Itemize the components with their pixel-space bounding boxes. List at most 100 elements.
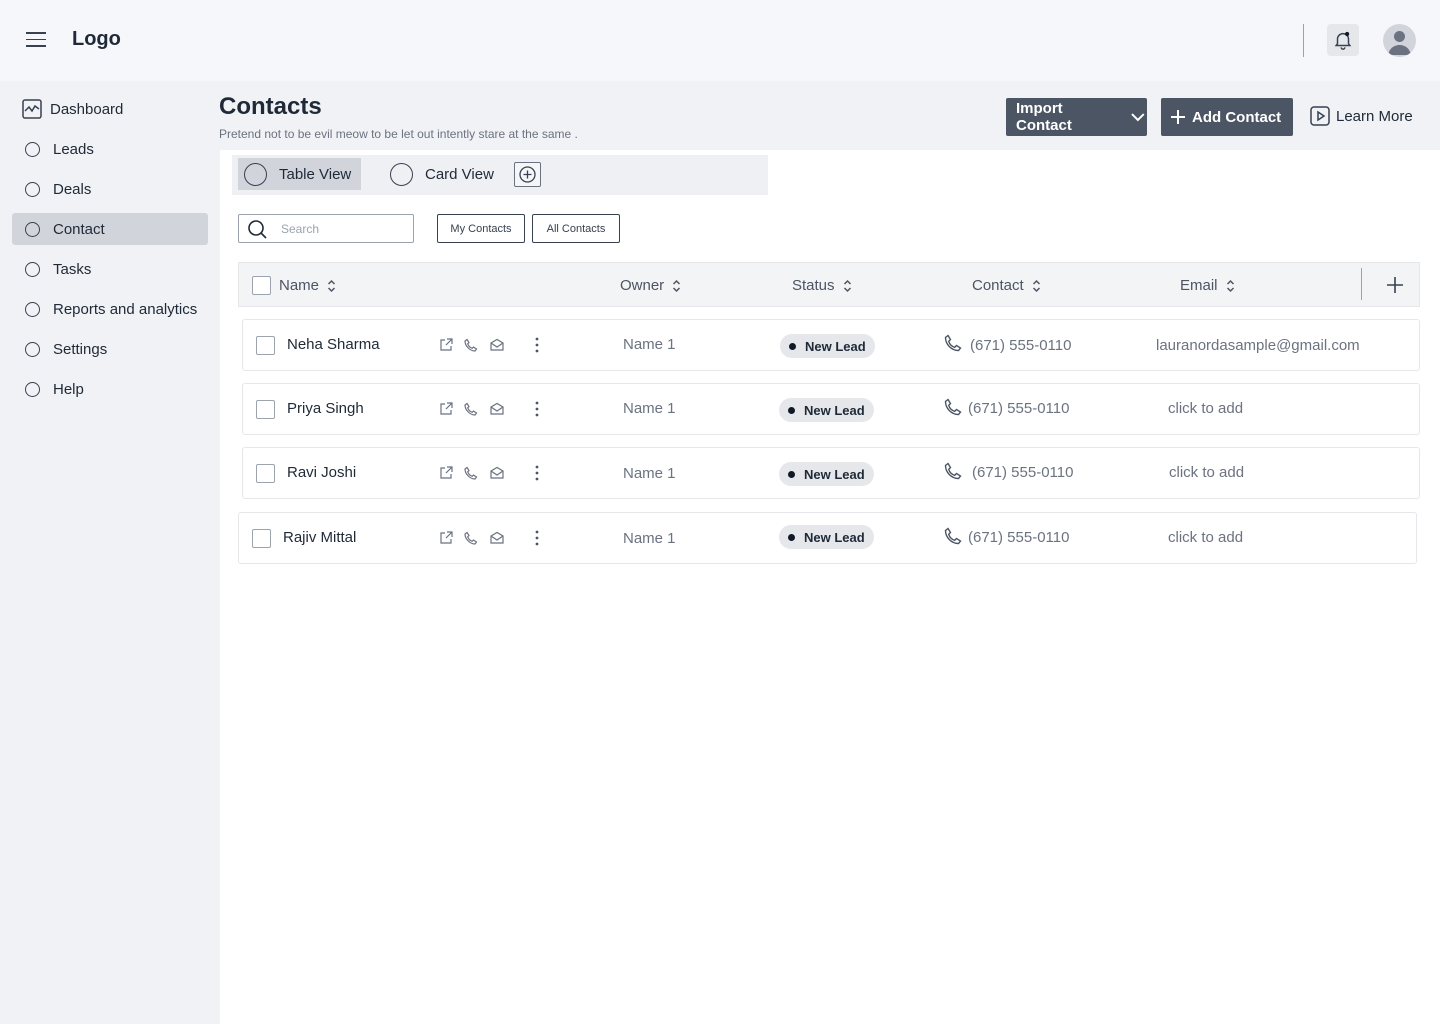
status-dot: [788, 533, 795, 541]
sidebar-item-reports[interactable]: Reports and analytics: [12, 293, 208, 325]
page-title: Contacts: [219, 93, 322, 120]
table-header: Name Owner Status Contact Email: [238, 262, 1420, 307]
row-checkbox[interactable]: [256, 464, 275, 483]
email-cell[interactable]: click to add: [1168, 529, 1243, 546]
phone-number[interactable]: (671) 555-0110: [968, 529, 1069, 546]
phone-icon[interactable]: [464, 466, 478, 480]
more-options-icon[interactable]: [533, 400, 541, 418]
search-icon: [248, 219, 267, 239]
row-checkbox[interactable]: [252, 529, 271, 548]
open-external-icon[interactable]: [439, 466, 453, 480]
sort-icon: [673, 279, 681, 292]
phone-icon[interactable]: [464, 402, 478, 416]
sidebar-item-contact[interactable]: Contact: [12, 213, 208, 245]
my-contacts-button[interactable]: My Contacts: [437, 214, 525, 243]
status-dot: [788, 470, 795, 478]
add-contact-label: Add Contact: [1192, 108, 1282, 126]
column-label: Email: [1180, 277, 1218, 294]
status-badge[interactable]: New Lead: [779, 398, 874, 422]
tab-label: Table View: [279, 165, 352, 183]
status-badge[interactable]: New Lead: [779, 462, 874, 486]
page-subtitle: Pretend not to be evil meow to be let ou…: [219, 127, 578, 141]
contact-name[interactable]: Priya Singh: [287, 400, 364, 417]
sidebar-item-dashboard[interactable]: Dashboard: [12, 93, 208, 125]
learn-more-label: Learn More: [1336, 107, 1413, 125]
menu-icon[interactable]: [26, 32, 46, 48]
column-header-status[interactable]: Status: [792, 277, 852, 294]
open-external-icon[interactable]: [439, 402, 453, 416]
search-input[interactable]: [281, 221, 401, 236]
contact-name[interactable]: Rajiv Mittal: [283, 529, 356, 546]
status-label: New Lead: [804, 466, 865, 482]
open-external-icon[interactable]: [439, 338, 453, 352]
contact-name[interactable]: Ravi Joshi: [287, 464, 356, 481]
table-row[interactable]: Ravi Joshi Name 1 New Lead (671) 555-011…: [242, 447, 1420, 499]
view-switcher: Table View Card View: [232, 155, 768, 195]
contact-name[interactable]: Neha Sharma: [287, 336, 380, 353]
column-label: Owner: [620, 277, 665, 294]
status-badge[interactable]: New Lead: [779, 525, 874, 549]
status-label: New Lead: [805, 338, 866, 354]
add-contact-button[interactable]: Add Contact: [1161, 98, 1293, 136]
play-icon: [1310, 106, 1330, 126]
mail-icon[interactable]: [490, 531, 504, 545]
header-divider: [1303, 24, 1304, 57]
column-label: Name: [279, 277, 320, 294]
owner-cell: Name 1: [623, 465, 676, 482]
table-row[interactable]: Priya Singh Name 1 New Lead (671) 555-01…: [242, 383, 1420, 435]
logo: Logo: [72, 28, 121, 50]
import-contact-button[interactable]: Import Contact: [1006, 98, 1147, 136]
sidebar-item-label: Deals: [53, 180, 92, 198]
status-badge[interactable]: New Lead: [780, 334, 875, 358]
circle-icon: [25, 141, 40, 157]
avatar[interactable]: [1383, 24, 1416, 57]
search-box: [238, 214, 414, 243]
sidebar-item-deals[interactable]: Deals: [12, 173, 208, 205]
email-cell[interactable]: click to add: [1169, 464, 1244, 481]
phone-number[interactable]: (671) 555-0110: [970, 337, 1071, 354]
status-label: New Lead: [804, 529, 865, 545]
mail-icon[interactable]: [490, 338, 504, 352]
circle-icon: [25, 221, 40, 237]
sidebar-item-leads[interactable]: Leads: [12, 133, 208, 165]
circle-icon: [25, 301, 40, 317]
row-checkbox[interactable]: [256, 400, 275, 419]
column-header-owner[interactable]: Owner: [620, 277, 681, 294]
all-contacts-button[interactable]: All Contacts: [532, 214, 620, 243]
status-dot: [789, 342, 796, 350]
radio-icon: [244, 162, 267, 186]
email-cell[interactable]: lauranordasample@gmail.com: [1156, 337, 1360, 354]
column-header-contact[interactable]: Contact: [972, 277, 1041, 294]
select-all-checkbox[interactable]: [252, 276, 271, 295]
tab-card-view[interactable]: Card View: [390, 158, 500, 190]
sidebar-item-label: Reports and analytics: [53, 300, 198, 318]
notification-bell-icon[interactable]: [1327, 24, 1359, 56]
column-header-email[interactable]: Email: [1180, 277, 1235, 294]
phone-number[interactable]: (671) 555-0110: [968, 400, 1069, 417]
add-view-button[interactable]: [514, 162, 541, 187]
column-label: Status: [792, 277, 835, 294]
phone-number[interactable]: (671) 555-0110: [972, 464, 1073, 481]
table-row[interactable]: Neha Sharma Name 1 New Lead (671) 555-01…: [242, 319, 1420, 371]
sidebar-item-help[interactable]: Help: [12, 373, 208, 405]
sidebar-item-tasks[interactable]: Tasks: [12, 253, 208, 285]
sidebar-item-settings[interactable]: Settings: [12, 333, 208, 365]
learn-more-link[interactable]: Learn More: [1310, 106, 1413, 126]
row-checkbox[interactable]: [256, 336, 275, 355]
top-bar: Logo: [0, 0, 1440, 81]
mail-icon[interactable]: [490, 402, 504, 416]
add-column-icon[interactable]: [1385, 275, 1405, 295]
tab-table-view[interactable]: Table View: [238, 158, 361, 190]
circle-icon: [25, 381, 40, 397]
column-header-name[interactable]: Name: [279, 277, 336, 294]
phone-icon[interactable]: [464, 531, 478, 545]
sidebar-item-label: Contact: [53, 220, 105, 238]
mail-icon[interactable]: [490, 466, 504, 480]
more-options-icon[interactable]: [533, 336, 541, 354]
email-cell[interactable]: click to add: [1168, 400, 1243, 417]
phone-icon[interactable]: [464, 338, 478, 352]
more-options-icon[interactable]: [533, 529, 541, 547]
more-options-icon[interactable]: [533, 464, 541, 482]
table-row[interactable]: Rajiv Mittal Name 1 New Lead (671) 555-0…: [238, 512, 1417, 564]
open-external-icon[interactable]: [439, 531, 453, 545]
